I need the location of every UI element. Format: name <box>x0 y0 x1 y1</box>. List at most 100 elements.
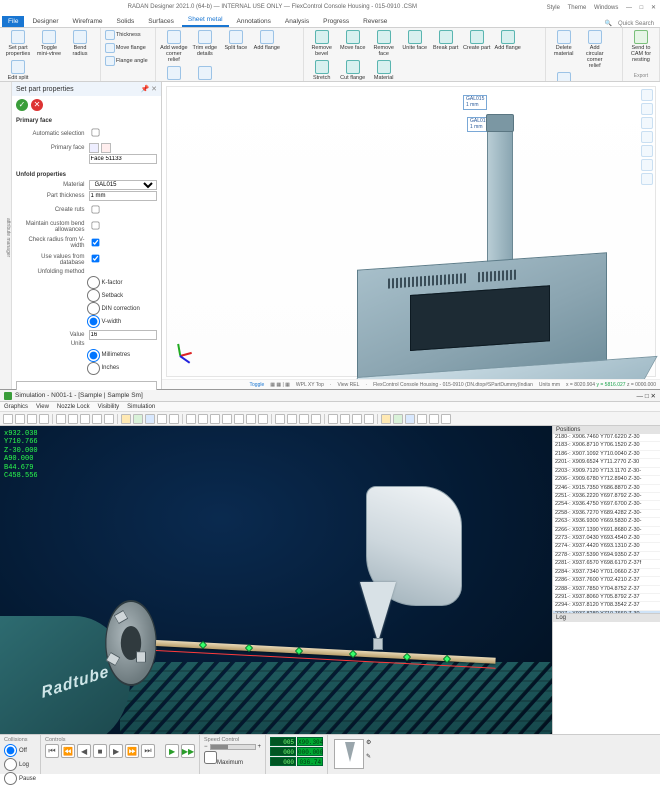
vp-shade-icon[interactable] <box>641 131 653 143</box>
viewport-3d[interactable]: GAL0151 mm GAL0151 mm <box>162 82 660 389</box>
create-ruts-check[interactable] <box>91 205 99 213</box>
vp-measure-icon[interactable] <box>641 173 653 185</box>
remove-face-button[interactable]: Remove face <box>370 30 398 57</box>
thickness-button[interactable]: Thickness <box>105 30 151 40</box>
position-row[interactable]: 2180-: X906.7460 Y707.6220 Z-30 <box>553 434 660 442</box>
set-part-properties-button[interactable]: Set part properties <box>4 30 32 57</box>
position-row[interactable]: 2288-: X937.7850 Y704.8752 Z-37 <box>553 586 660 594</box>
position-row[interactable]: 2284-: X937.7340 Y701.0660 Z-37 <box>553 569 660 577</box>
unite-face-button[interactable]: Unite face <box>401 30 429 57</box>
tb-icon[interactable] <box>340 414 350 424</box>
pick-face-icon[interactable] <box>89 143 99 153</box>
tb-icon[interactable] <box>311 414 321 424</box>
tb-icon[interactable] <box>68 414 78 424</box>
add-flange2-button[interactable]: Add flange <box>494 30 522 57</box>
pin-icon[interactable]: 📌 ✕ <box>140 85 157 93</box>
position-row[interactable]: 2291-: X937.8060 Y705.8792 Z-37 <box>553 594 660 602</box>
clear-face-icon[interactable] <box>101 143 111 153</box>
sim-viewport[interactable]: x932.038 Y710.766 Z-30.000 A90.000 B44.6… <box>0 426 552 734</box>
move-flange-button[interactable]: Move flange <box>105 43 151 53</box>
positions-list[interactable]: 2180-: X906.7460 Y707.6220 Z-302183-: X9… <box>553 434 660 614</box>
tb-icon[interactable] <box>169 414 179 424</box>
toggle-button[interactable]: Toggle <box>250 382 265 388</box>
menu-simulation[interactable]: Simulation <box>127 404 155 410</box>
add-flange-button[interactable]: Add flange <box>253 30 281 63</box>
position-row[interactable]: 2263-: X936.9300 Y669.5830 Z-30- <box>553 518 660 526</box>
move-face-button[interactable]: Move face <box>339 30 367 57</box>
tb-icon[interactable] <box>417 414 427 424</box>
crfv-check[interactable] <box>91 238 99 246</box>
tab-file[interactable]: File <box>2 16 24 27</box>
position-row[interactable]: 2183-: X906.8710 Y706.1520 Z-30 <box>553 442 660 450</box>
next-button[interactable]: ▶ <box>109 744 123 758</box>
thickness-field[interactable] <box>89 191 158 201</box>
position-row[interactable]: 2274-: X937.4420 Y693.1310 Z-30 <box>553 543 660 551</box>
tb-icon[interactable] <box>133 414 143 424</box>
tb-icon[interactable] <box>39 414 49 424</box>
tab-solids[interactable]: Solids <box>110 16 140 27</box>
tb-icon[interactable] <box>364 414 374 424</box>
create-part-button[interactable]: Create part <box>463 30 491 57</box>
position-row[interactable]: 2294-: X937.8120 Y708.3542 Z-37 <box>553 602 660 610</box>
delete-material-button[interactable]: Delete material <box>550 30 578 69</box>
stretch-flange-button[interactable]: Stretch flange <box>308 60 336 82</box>
rewind-start-button[interactable]: ⏮ <box>45 744 59 758</box>
tab-reverse[interactable]: Reverse <box>357 16 393 27</box>
position-row[interactable]: 2246-: X915.7350 Y686.8870 Z-30 <box>553 485 660 493</box>
tool-opt-icon[interactable]: ✎ <box>366 753 378 765</box>
tab-surfaces[interactable]: Surfaces <box>142 16 180 27</box>
tab-sheet-metal[interactable]: Sheet metal <box>182 14 229 27</box>
tb-icon[interactable] <box>92 414 102 424</box>
menu-view[interactable]: View <box>36 404 49 410</box>
vp-fit-icon[interactable] <box>641 103 653 115</box>
vp-home-icon[interactable] <box>641 89 653 101</box>
tb-icon[interactable] <box>405 414 415 424</box>
menu-visibility[interactable]: Visibility <box>98 404 120 410</box>
break-part-button[interactable]: Break part <box>432 30 460 57</box>
resetters-preview-button[interactable]: Resetters preview <box>550 72 578 82</box>
cut-flange-button[interactable]: Cut flange <box>339 60 367 82</box>
tb-icon[interactable] <box>15 414 25 424</box>
tab-annotations[interactable]: Annotations <box>231 16 277 27</box>
tab-analysis[interactable]: Analysis <box>279 16 315 27</box>
menu-nozzle-lock[interactable]: Nozzle Lock <box>57 404 90 410</box>
vp-section-icon[interactable] <box>641 159 653 171</box>
tab-designer[interactable]: Designer <box>26 16 64 27</box>
log-box[interactable] <box>553 622 660 734</box>
shell-button[interactable]: Shell <box>160 66 188 82</box>
maximize-icon[interactable]: □ <box>640 5 644 11</box>
flange-angle-button[interactable]: Flange angle <box>105 56 151 66</box>
prev-button[interactable]: ◀ <box>77 744 91 758</box>
position-row[interactable]: 2281-: X937.6570 Y698.6170 Z-37f <box>553 560 660 568</box>
tb-icon[interactable] <box>287 414 297 424</box>
speed-slider[interactable] <box>210 744 256 750</box>
tb-icon[interactable] <box>104 414 114 424</box>
close-icon[interactable]: ✕ <box>651 5 656 11</box>
speed-down-button[interactable]: − <box>204 744 208 750</box>
step-back-button[interactable]: ⏪ <box>61 744 75 758</box>
position-row[interactable]: 2273-: X937.0430 Y693.4540 Z-30 <box>553 535 660 543</box>
tb-icon[interactable] <box>3 414 13 424</box>
callout-1[interactable]: GAL0151 mm <box>463 95 487 110</box>
speed-up-button[interactable]: + <box>258 744 262 750</box>
split-face-button[interactable]: Split face <box>222 30 250 63</box>
play-fast-button[interactable]: ▶▶ <box>181 744 195 758</box>
tab-wireframe[interactable]: Wireframe <box>67 16 109 27</box>
position-row[interactable]: 2258-: X936.7270 Y689.4282 Z-30- <box>553 510 660 518</box>
send-to-cam-button[interactable]: Send to CAM for nesting <box>627 30 655 63</box>
bend-radius-button[interactable]: Bend radius <box>66 30 94 57</box>
minimize-icon[interactable]: — <box>626 5 632 11</box>
edit-split-button[interactable]: Edit split <box>4 60 32 81</box>
tb-icon[interactable] <box>299 414 309 424</box>
remove-bevel-button[interactable]: Remove bevel <box>308 30 336 57</box>
tb-icon[interactable] <box>27 414 37 424</box>
tb-icon[interactable] <box>328 414 338 424</box>
tb-icon[interactable] <box>80 414 90 424</box>
auto-selection-check[interactable] <box>91 129 99 137</box>
menu-graphics[interactable]: Graphics <box>4 404 28 410</box>
trim-edge-button[interactable]: Trim edge details <box>191 30 219 63</box>
material-editor-button[interactable]: Material editor <box>370 60 398 82</box>
position-row[interactable]: 2286-: X937.7600 Y702.4210 Z-37 <box>553 577 660 585</box>
tb-icon[interactable] <box>352 414 362 424</box>
material-select[interactable]: GAL015 <box>89 180 158 190</box>
